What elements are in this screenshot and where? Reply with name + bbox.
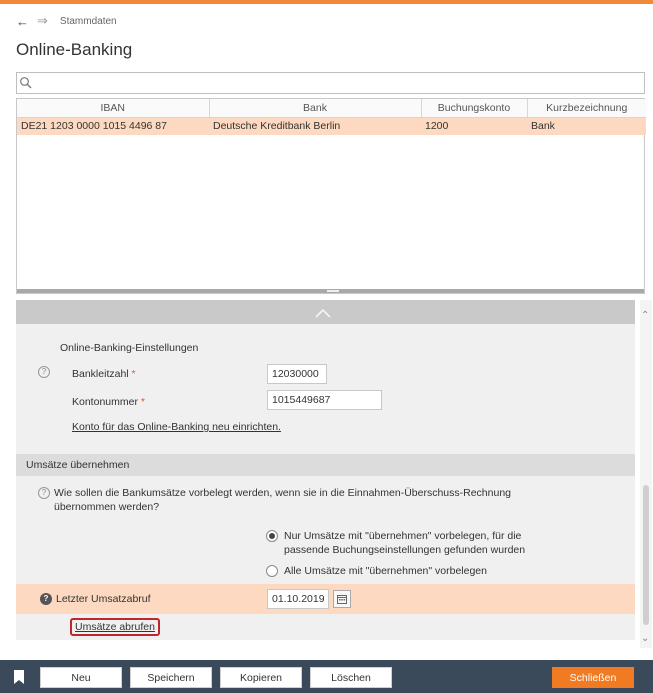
new-button[interactable]: Neu	[40, 667, 122, 688]
top-accent-bar	[0, 0, 653, 4]
radio-option-matching-only[interactable]	[266, 530, 278, 542]
cell-iban: DE21 1203 0000 1015 4496 87	[17, 117, 209, 135]
table-row[interactable]: DE21 1203 0000 1015 4496 87 Deutsche Kre…	[17, 117, 646, 135]
accounts-table: IBAN Bank Buchungskonto Kurzbezeichnung …	[16, 98, 646, 294]
bankleitzahl-label: Bankleitzahl *	[72, 368, 136, 380]
delete-button[interactable]: Löschen	[310, 667, 392, 688]
help-icon[interactable]: ?	[40, 593, 52, 605]
arrow-right-icon[interactable]: ⇒	[37, 13, 48, 29]
required-marker: *	[131, 368, 136, 380]
table-header-row: IBAN Bank Buchungskonto Kurzbezeichnung	[17, 99, 646, 118]
last-fetch-date-field[interactable]	[267, 589, 329, 609]
radio-option-matching-only-label: Nur Umsätze mit "übernehmen" vorbelegen,…	[284, 530, 526, 556]
copy-button[interactable]: Kopieren	[220, 667, 302, 688]
scrollbar-thumb[interactable]	[643, 485, 649, 625]
chevron-up-icon	[315, 308, 331, 318]
radio-option-all[interactable]	[266, 565, 278, 577]
last-fetch-label: Letzter Umsatzabruf	[56, 593, 151, 605]
kontonummer-label: Kontonummer *	[72, 396, 145, 408]
cell-kurzbezeichnung: Bank	[527, 117, 646, 135]
cell-bank: Deutsche Kreditbank Berlin	[209, 117, 421, 135]
setup-account-link[interactable]: Konto für das Online-Banking neu einrich…	[72, 421, 281, 433]
search-icon	[20, 77, 32, 89]
arrow-left-icon[interactable]: ←	[16, 14, 29, 29]
scroll-down-icon[interactable]: ⌄	[641, 633, 649, 644]
page-title: Online-Banking	[16, 40, 133, 59]
navigation-bar: ← ⇒ Stammdaten	[16, 12, 117, 30]
panel-header-bar	[16, 300, 635, 324]
fetch-transactions-link[interactable]: Umsätze abrufen	[70, 618, 160, 636]
umsaetze-section-header: Umsätze übernehmen	[16, 454, 635, 476]
kontonummer-field[interactable]	[267, 390, 382, 410]
column-header-bank[interactable]: Bank	[209, 99, 422, 118]
save-button[interactable]: Speichern	[130, 667, 212, 688]
help-icon[interactable]: ?	[38, 366, 50, 378]
search-input[interactable]	[16, 72, 645, 94]
bankleitzahl-label-text: Bankleitzahl	[72, 368, 129, 380]
umsaetze-section-title: Umsätze übernehmen	[26, 459, 130, 471]
breadcrumb[interactable]: Stammdaten	[60, 16, 117, 27]
close-button[interactable]: Schließen	[552, 667, 634, 688]
calendar-icon	[337, 595, 347, 604]
kontonummer-label-text: Kontonummer	[72, 396, 138, 408]
column-header-kurzbezeichnung[interactable]: Kurzbezeichnung	[527, 99, 646, 118]
section-title-online-banking: Online-Banking-Einstellungen	[60, 342, 199, 354]
help-icon[interactable]: ?	[38, 487, 50, 499]
scroll-up-icon[interactable]: ⌃	[641, 310, 649, 321]
column-header-iban[interactable]: IBAN	[17, 99, 210, 118]
radio-option-all-label: Alle Umsätze mit "übernehmen" vorbelegen	[284, 565, 487, 577]
cell-buchungskonto: 1200	[421, 117, 527, 135]
bankleitzahl-field[interactable]	[267, 364, 327, 384]
column-header-buchungskonto[interactable]: Buchungskonto	[421, 99, 528, 118]
details-panel: Online-Banking-Einstellungen ? Bankleitz…	[16, 300, 635, 640]
footer-toolbar: Neu Speichern Kopieren Löschen Schließen	[0, 660, 653, 693]
bookmark-icon[interactable]	[14, 670, 24, 684]
splitter-handle[interactable]	[17, 289, 644, 293]
booking-question-text: Wie sollen die Bankumsätze vorbelegt wer…	[54, 487, 511, 513]
required-marker: *	[140, 396, 145, 408]
calendar-button[interactable]	[333, 590, 351, 608]
collapse-button[interactable]	[312, 306, 334, 320]
